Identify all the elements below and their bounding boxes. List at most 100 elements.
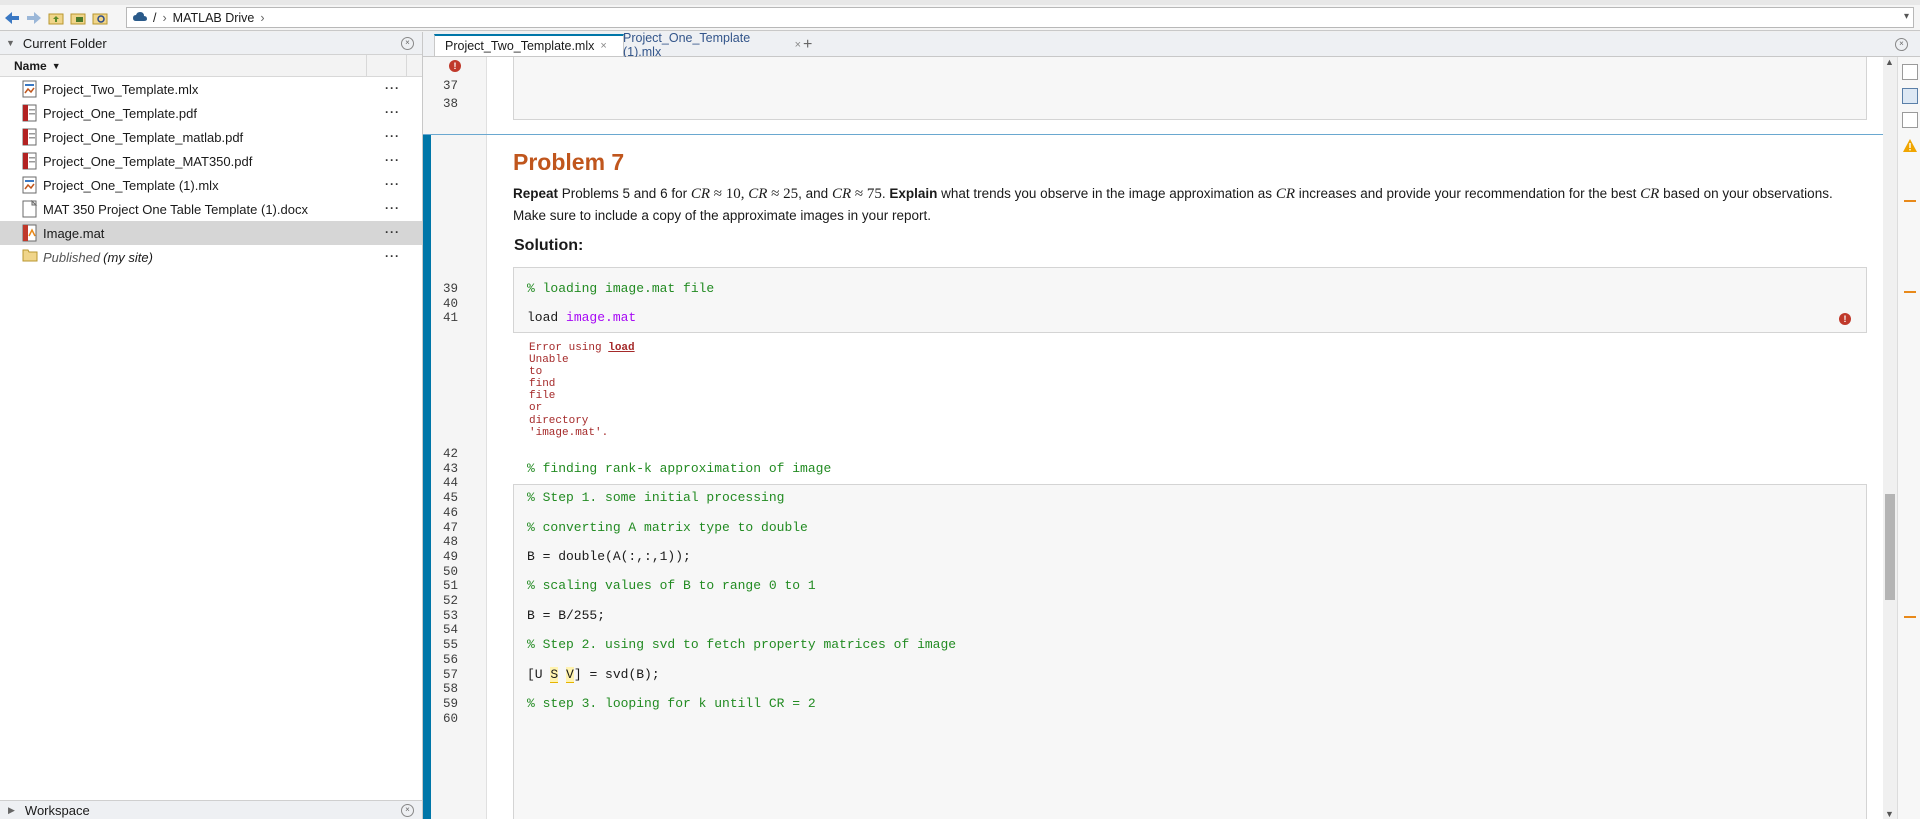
error-text: to (529, 366, 543, 379)
output-right-icon[interactable] (1902, 64, 1918, 80)
code-line[interactable]: % Step 1. some initial processing (527, 490, 784, 505)
panel-options-icon[interactable]: × (401, 803, 414, 817)
hide-code-icon[interactable] (1902, 112, 1918, 128)
code-block[interactable] (513, 267, 1867, 333)
line-number: 42 (443, 447, 459, 461)
up-folder-icon[interactable] (46, 8, 66, 28)
scroll-down-icon[interactable]: ▼ (1885, 809, 1894, 819)
sort-down-icon[interactable]: ▼ (52, 61, 61, 71)
column-name[interactable]: Name (14, 59, 47, 73)
file-item[interactable]: Image.mat ··· (0, 221, 422, 245)
error-indicator-icon[interactable]: ! (449, 60, 461, 72)
file-item[interactable]: Project_One_Template_MAT350.pdf ··· (0, 149, 422, 173)
collapse-triangle-icon[interactable]: ▼ (6, 38, 15, 48)
file-name: Project_One_Template.pdf (43, 105, 197, 121)
issue-marker[interactable] (1904, 616, 1916, 618)
line-number: 46 (443, 505, 459, 520)
column-header[interactable]: Name ▼ (0, 55, 422, 77)
workspace-panel-header[interactable]: ▶ Workspace × (0, 800, 422, 819)
more-options-icon[interactable]: ··· (385, 81, 400, 95)
math-cr: CR (748, 186, 768, 202)
editor-tab-bar: Project_Two_Template.mlx × Project_One_T… (423, 31, 1920, 59)
tab-project-one-template-1[interactable]: Project_One_Template (1).mlx × (613, 31, 801, 59)
more-options-icon[interactable]: ··· (385, 201, 400, 215)
back-icon[interactable] (2, 8, 22, 28)
path-separator: › (260, 10, 265, 25)
warning-icon[interactable] (1903, 139, 1917, 155)
file-item[interactable]: Project_One_Template.pdf ··· (0, 101, 422, 125)
code-line[interactable]: [U S V] = svd(B); (527, 666, 660, 683)
column-divider[interactable] (366, 55, 367, 76)
error-text: file (529, 390, 556, 403)
code-line[interactable]: B = double(A(:,:,1)); (527, 549, 691, 564)
close-icon[interactable]: × (795, 39, 801, 51)
add-tab-icon[interactable]: + (803, 36, 812, 54)
scrollbar-thumb[interactable] (1885, 494, 1895, 600)
code-line[interactable]: % step 3. looping for k untill CR = 2 (527, 696, 816, 711)
file-name: Image.mat (43, 225, 105, 241)
code-argument: image.mat (566, 310, 637, 326)
search-folder-icon[interactable] (90, 8, 110, 28)
more-options-icon[interactable]: ··· (385, 129, 400, 143)
more-options-icon[interactable]: ··· (385, 225, 400, 239)
file-name: Project_One_Template (1).mlx (43, 177, 219, 193)
more-options-icon[interactable]: ··· (385, 105, 400, 119)
path-crumb-matlab-drive[interactable]: MATLAB Drive (173, 11, 255, 25)
expand-triangle-icon[interactable]: ▶ (8, 805, 15, 816)
line-number: 48 (443, 535, 459, 550)
panel-title: Current Folder (22, 35, 107, 51)
line-number: 39 (443, 282, 459, 296)
more-options-icon[interactable]: ··· (385, 153, 400, 167)
panel-header[interactable]: ▼ Current Folder × (0, 32, 422, 55)
path-root[interactable]: / (153, 11, 156, 25)
code-comment: % step 3. looping for k untill CR = 2 (527, 695, 816, 711)
issue-marker[interactable] (1904, 291, 1916, 293)
docx-file-icon (22, 199, 38, 218)
issue-marker[interactable] (1904, 200, 1916, 202)
tab-project-two-template[interactable]: Project_Two_Template.mlx × (434, 34, 624, 56)
error-link-load[interactable]: load (608, 342, 634, 354)
panel-options-icon[interactable]: × (401, 36, 414, 50)
code-line[interactable]: B = B/255; (527, 608, 605, 623)
scroll-up-icon[interactable]: ▲ (1885, 57, 1894, 67)
code-line[interactable]: load image.mat (527, 310, 636, 325)
code-line[interactable]: % Step 2. using svd to fetch property ma… (527, 637, 956, 652)
pdf-file-icon (22, 152, 38, 170)
file-item[interactable]: MAT 350 Project One Table Template (1).d… (0, 197, 422, 221)
browse-folder-icon[interactable] (68, 8, 88, 28)
math-cr: CR (690, 186, 711, 202)
file-item[interactable]: Project_Two_Template.mlx ··· (0, 77, 422, 101)
line-number: 60 (443, 711, 459, 726)
error-text: Unable (529, 354, 569, 367)
code-line[interactable]: % loading image.mat file (527, 281, 714, 296)
panel-options-icon[interactable]: × (1895, 38, 1908, 51)
explain-bold: Explain (889, 186, 938, 201)
more-options-icon[interactable]: ··· (385, 177, 400, 191)
code-line[interactable]: % finding rank-k approximation of image (527, 461, 831, 476)
chevron-down-icon[interactable]: ▾ (1904, 11, 1909, 22)
path-field[interactable]: / › MATLAB Drive › ▾ (126, 7, 1914, 28)
more-options-icon[interactable]: ··· (385, 249, 400, 263)
published-folder-item[interactable]: Published (my site) ··· (0, 245, 422, 269)
current-folder-panel: ▼ Current Folder × Name ▼ Project_Two_Te… (0, 32, 423, 819)
error-output: Error using load Unable to find file or direc… (529, 342, 635, 439)
error-indicator-icon[interactable]: ! (1839, 313, 1851, 325)
line-number: 41 (443, 311, 459, 326)
forward-icon[interactable] (24, 8, 44, 28)
live-editor[interactable]: ! 37 38 Problem 7 Repeat Problems 5 and … (423, 57, 1883, 819)
file-item[interactable]: Project_One_Template (1).mlx ··· (0, 173, 422, 197)
code-line[interactable]: % scaling values of B to range 0 to 1 (527, 578, 816, 593)
math-cr: CR (831, 186, 852, 202)
code-comment: % converting A matrix type to double (527, 519, 808, 535)
column-divider[interactable] (406, 55, 407, 76)
vertical-scrollbar[interactable]: ▲ ▼ (1883, 57, 1896, 819)
text-run: increases and provide your recommendatio… (1294, 186, 1641, 201)
math-approx: ≈ (710, 186, 726, 202)
output-inline-icon[interactable] (1902, 88, 1918, 104)
code-line[interactable]: % converting A matrix type to double (527, 520, 808, 535)
close-icon[interactable]: × (600, 40, 606, 52)
line-number: 56 (443, 652, 459, 667)
code-block[interactable] (513, 57, 1867, 120)
file-item[interactable]: Project_One_Template_matlab.pdf ··· (0, 125, 422, 149)
